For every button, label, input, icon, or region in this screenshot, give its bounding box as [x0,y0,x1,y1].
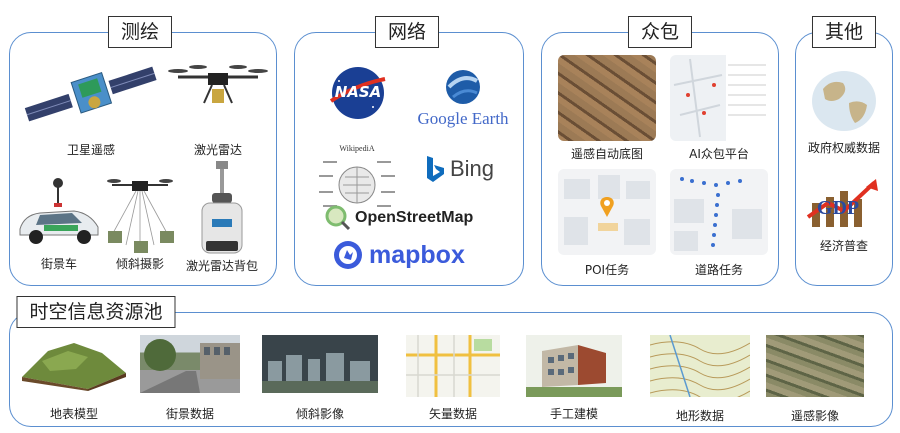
oblique-item: 倾斜摄影 [106,175,174,277]
crowd-title: 众包 [627,16,693,48]
gov-data-item: 政府权威数据 [800,69,888,161]
ai-platform-thumbnail [670,55,768,141]
satellite-caption: 卫星遥感 [66,143,115,157]
survey-title: 测绘 [107,16,173,48]
road-task-thumbnail [670,169,768,255]
terrain-thumbnail [650,335,750,397]
remote-sensing-caption: 遥感影像 [790,409,839,423]
google-earth-text: Google Earth [417,109,509,128]
building-model-icon [526,335,622,397]
road-task-caption: 道路任务 [694,263,743,277]
globe-map-icon [812,71,876,131]
lidar-backpack-caption: 激光雷达背包 [185,259,258,273]
satellite-item: 卫星遥感 [16,55,166,165]
pool-item-manual-model: 手工建模 [526,335,622,423]
google-earth-logo: Google Earth [405,63,521,133]
vector-thumbnail [406,335,500,397]
manual-model-caption: 手工建模 [549,407,598,421]
osm-text: OpenStreetMap [355,209,474,226]
poi-task-thumbnail [558,169,656,255]
nasa-logo-text: NASA [334,83,382,101]
osm-magnifier-icon [325,205,351,231]
rs-basemap-caption: 遥感自动底图 [570,147,643,161]
gov-data-caption: 政府权威数据 [807,141,880,155]
oblique-caption: 倾斜摄影 [115,257,164,271]
network-title: 网络 [374,16,440,48]
lidar-caption: 激光雷达 [193,143,242,157]
poi-task-item: POI任务 [558,169,656,279]
google-earth-icon [446,70,480,104]
mapbox-text: mapbox [369,240,465,269]
remote-sensing-thumbnail [766,335,864,397]
pool-item-vector: 矢量数据 [406,335,500,423]
street-view-thumbnail [140,335,240,393]
lidar-drone-item: 激光雷达 [168,55,268,165]
pool-item-street-view: 街景数据 [140,335,240,423]
ai-platform-caption: AI众包平台 [689,147,749,161]
street-car-item: 街景车 [14,175,104,277]
mapbox-logo: mapbox [333,237,483,273]
mapbox-icon [334,241,362,269]
gdp-text: GDP [816,197,860,219]
pool-title: 时空信息资源池 [16,296,176,328]
ai-platform-item: AI众包平台 [670,55,768,163]
bing-logo: Bing [413,149,505,189]
pool-item-terrain: 地形数据 [650,335,750,423]
crowd-panel: 众包 遥感自动底图 AI众包平台 POI任务 道路任务 [541,16,779,286]
drone-icon [168,65,268,104]
pool-item-surface-model: 地表模型 [18,333,130,423]
oblique-image-caption: 倾斜影像 [295,407,344,421]
wikipedia-wordmark: WikipediA [339,143,375,153]
bing-icon [426,156,444,182]
bing-text: Bing [449,156,495,181]
other-panel: 其他 政府权威数据 GDP 经济普查 [795,16,893,286]
network-panel: 网络 NASA Google Earth WikipediA Bing Open… [294,16,524,286]
survey-panel: 测绘 卫星遥感 激光雷达 街景车 倾斜摄影 激光雷达背包 [9,16,277,286]
pool-item-remote-sensing: 遥感影像 [766,335,864,423]
osm-logo: OpenStreetMap [325,203,511,233]
pool-item-oblique: 倾斜影像 [262,335,378,423]
street-car-icon [19,178,99,244]
street-view-caption: 街景数据 [165,407,214,421]
vector-caption: 矢量数据 [428,407,477,421]
surface-model-caption: 地表模型 [49,407,98,421]
oblique-thumbnail [262,335,378,393]
street-car-caption: 街景车 [40,257,77,271]
poi-task-caption: POI任务 [584,263,630,277]
oblique-drone-icon [107,179,174,253]
rs-basemap-item: 遥感自动底图 [558,55,656,163]
other-title: 其他 [811,16,877,48]
rs-basemap-thumbnail [558,55,656,141]
census-item: GDP 经济普查 [800,177,888,269]
lidar-backpack-item: 激光雷达背包 [172,159,272,277]
nasa-logo: NASA [325,65,391,121]
terrain-caption: 地形数据 [675,409,724,423]
road-task-item: 道路任务 [670,169,768,279]
satellite-icon [24,66,157,122]
terrain-model-icon [22,343,126,391]
pool-panel: 时空信息资源池 地表模型 街景数据 倾斜影像 矢量数据 手工建模 地形数据 遥感… [9,296,893,427]
lidar-backpack-icon [201,161,243,254]
census-caption: 经济普查 [819,239,868,253]
